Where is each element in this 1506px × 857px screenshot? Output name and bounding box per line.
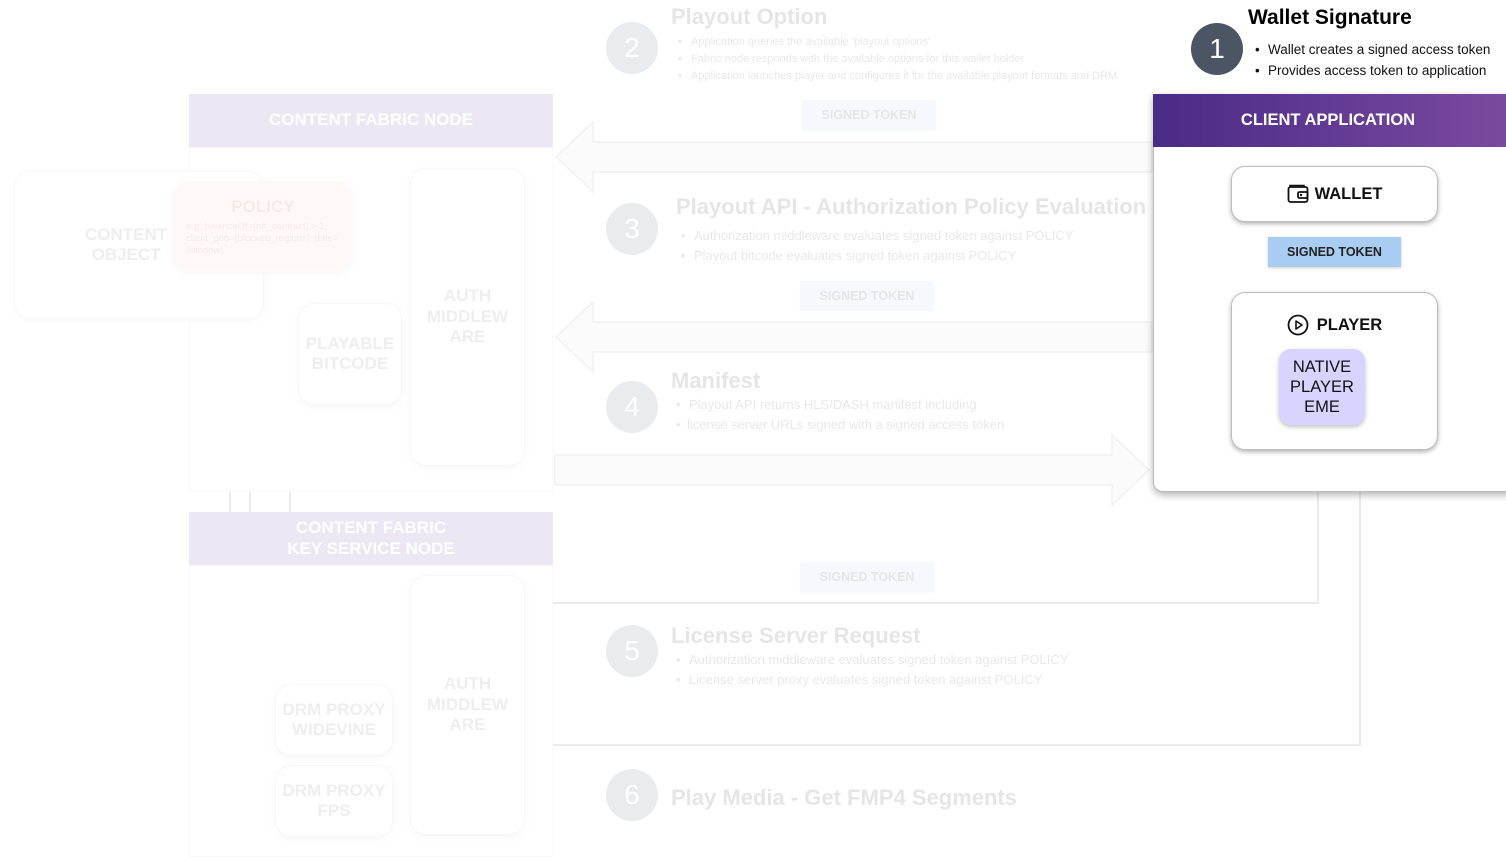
step-4-bullet: license server URLs signed with a signed…: [673, 415, 1004, 435]
step-5-bullet: Authorization middleware evaluates signe…: [673, 650, 1068, 670]
drm-widevine-box: DRM PROXY WIDEVINE: [275, 684, 393, 756]
arrow-icon: [554, 300, 1153, 374]
step-1-bullet: Wallet creates a signed access token: [1252, 39, 1490, 60]
step-4-bullets: Playout API returns HLS/DASH manifest in…: [673, 395, 1004, 435]
player-box[interactable]: PLAYER NATIVE PLAYER EME: [1231, 292, 1438, 450]
step-2-bullet: Application launches player and configur…: [675, 68, 1117, 85]
signed-token-client: SIGNED TOKEN: [1268, 237, 1401, 267]
step-2-title: Playout Option: [671, 4, 828, 29]
wallet-label: WALLET: [1314, 184, 1383, 203]
step-2-circle: 2: [606, 22, 658, 74]
auth-middleware-label-2: AUTH MIDDLEW ARE: [426, 674, 509, 735]
step-3-bullet: Authorization middleware evaluates signe…: [678, 226, 1073, 246]
step-3-bullets: Authorization middleware evaluates signe…: [678, 226, 1073, 266]
step-3-bullet: Playout bitcode evaluates signed token a…: [678, 246, 1073, 266]
step-4-bullet: Playout API returns HLS/DASH manifest in…: [673, 395, 1004, 415]
step-1-circle: 1: [1191, 23, 1243, 75]
auth-middleware-box-1: AUTH MIDDLEW ARE: [410, 168, 525, 466]
step-2-bullets: Application queries the available 'playo…: [675, 34, 1117, 85]
policy-title: POLICY: [231, 197, 295, 216]
playable-bitcode-label: PLAYABLE BITCODE: [305, 333, 395, 373]
signed-token-step3: SIGNED TOKEN: [800, 281, 934, 311]
play-circle-icon: [1287, 314, 1309, 336]
signed-token-step5: SIGNED TOKEN: [800, 562, 934, 592]
step-5-title: License Server Request: [671, 623, 921, 648]
native-player-eme-box: NATIVE PLAYER EME: [1279, 349, 1365, 425]
auth-middleware-label-1: AUTH MIDDLEW ARE: [426, 286, 509, 347]
policy-text: e.g. balanceOf=[nft_contract] > 1, clien…: [186, 221, 339, 256]
playable-bitcode-box: PLAYABLE BITCODE: [298, 303, 402, 405]
wallet-box[interactable]: WALLET: [1231, 166, 1438, 222]
signed-token-step2: SIGNED TOKEN: [802, 100, 936, 130]
player-label: PLAYER: [1316, 315, 1383, 334]
drm-fps-box: DRM PROXY FPS: [275, 765, 393, 837]
step-6-circle: 6: [606, 769, 658, 821]
arrow-icon: [554, 433, 1151, 507]
key-node-header: CONTENT FABRIC KEY SERVICE NODE: [189, 512, 553, 565]
player-heading: PLAYER: [1232, 314, 1437, 336]
content-object-label: CONTENT OBJECT: [85, 224, 168, 264]
wallet-icon: [1287, 184, 1308, 203]
step-4-title: Manifest: [671, 368, 761, 393]
drm-fps-label: DRM PROXY FPS: [282, 780, 386, 820]
step-5-bullets: Authorization middleware evaluates signe…: [673, 650, 1068, 690]
fabric-node-header: CONTENT FABRIC NODE: [189, 94, 553, 147]
step-4-circle: 4: [606, 381, 658, 433]
step-3-title: Playout API - Authorization Policy Evalu…: [676, 194, 1147, 219]
auth-middleware-box-2: AUTH MIDDLEW ARE: [410, 575, 525, 835]
policy-box: POLICY e.g. balanceOf=[nft_contract] > 1…: [174, 181, 352, 271]
step-1-bullets: Wallet creates a signed access token Pro…: [1252, 39, 1490, 81]
step-2-bullet: Application queries the available 'playo…: [675, 34, 1117, 51]
arrow-icon: [554, 120, 1153, 194]
step-6-title: Play Media - Get FMP4 Segments: [671, 785, 1017, 810]
step-5-circle: 5: [606, 625, 658, 677]
step-3-circle: 3: [606, 203, 658, 255]
client-application-header: CLIENT APPLICATION: [1153, 94, 1506, 147]
step-1-title: Wallet Signature: [1248, 6, 1412, 29]
step-2-bullet: Fabric node responds with the available …: [675, 51, 1117, 68]
drm-widevine-label: DRM PROXY WIDEVINE: [282, 699, 386, 739]
step-5-bullet: License server proxy evaluates signed to…: [673, 670, 1068, 690]
step-1-bullet: Provides access token to application: [1252, 60, 1490, 81]
